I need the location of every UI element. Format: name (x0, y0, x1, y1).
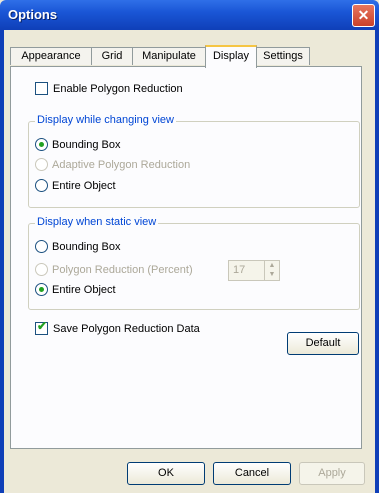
static-entire-object-radio[interactable]: Entire Object (35, 283, 116, 296)
checkmark-icon: ✔ (37, 319, 48, 333)
spin-up-icon: ▲ (268, 262, 276, 269)
radio-circle[interactable] (35, 138, 48, 151)
checkbox-box[interactable]: ✔ (35, 319, 48, 335)
title-bar: Options ✕ (0, 0, 379, 30)
changing-view-legend: Display while changing view (35, 114, 176, 126)
tab-grid[interactable]: Grid (91, 47, 133, 65)
radio-circle[interactable] (35, 283, 48, 296)
ok-button[interactable]: OK (127, 462, 205, 485)
static-bounding-box-radio[interactable]: Bounding Box (35, 240, 121, 253)
static-polygon-reduction-radio: Polygon Reduction (Percent) (35, 263, 193, 276)
display-tab-panel: Enable Polygon Reduction Display while c… (10, 66, 362, 449)
spin-down-icon: ▼ (268, 271, 276, 278)
save-polygon-reduction-label: Save Polygon Reduction Data (53, 322, 200, 335)
radio-circle (35, 263, 48, 276)
radio-selected-dot (39, 287, 44, 292)
save-polygon-reduction-checkbox[interactable]: ✔ Save Polygon Reduction Data (35, 319, 200, 335)
window-frame-left (0, 30, 4, 493)
tab-appearance[interactable]: Appearance (10, 47, 92, 65)
checkbox-box[interactable] (35, 82, 48, 95)
window-frame-right (375, 30, 379, 493)
window-title: Options (8, 7, 58, 22)
changing-entire-object-radio[interactable]: Entire Object (35, 179, 116, 192)
static-polygon-reduction-label: Polygon Reduction (Percent) (52, 263, 193, 276)
tab-display[interactable]: Display (205, 45, 257, 68)
static-bounding-box-label: Bounding Box (52, 240, 121, 253)
tab-settings[interactable]: Settings (256, 47, 310, 65)
changing-bounding-box-radio[interactable]: Bounding Box (35, 138, 121, 151)
static-entire-object-label: Entire Object (52, 283, 116, 296)
close-icon[interactable]: ✕ (352, 4, 375, 27)
tab-manipulate[interactable]: Manipulate (132, 47, 206, 65)
enable-polygon-reduction-checkbox[interactable]: Enable Polygon Reduction (35, 82, 183, 95)
enable-polygon-reduction-label: Enable Polygon Reduction (53, 82, 183, 95)
percent-value: 17 (233, 264, 246, 276)
apply-button: Apply (299, 462, 365, 485)
changing-adaptive-reduction-label: Adaptive Polygon Reduction (52, 158, 191, 171)
radio-selected-dot (39, 142, 44, 147)
spinner-arrows: ▲ ▼ (264, 261, 279, 280)
default-button[interactable]: Default (287, 332, 359, 355)
radio-circle[interactable] (35, 179, 48, 192)
percent-spinner: 17 ▲ ▼ (228, 260, 280, 281)
radio-circle (35, 158, 48, 171)
cancel-button[interactable]: Cancel (213, 462, 291, 485)
changing-adaptive-reduction-radio: Adaptive Polygon Reduction (35, 158, 190, 171)
changing-bounding-box-label: Bounding Box (52, 138, 121, 151)
radio-circle[interactable] (35, 240, 48, 253)
static-view-legend: Display when static view (35, 216, 159, 228)
changing-entire-object-label: Entire Object (52, 179, 116, 192)
